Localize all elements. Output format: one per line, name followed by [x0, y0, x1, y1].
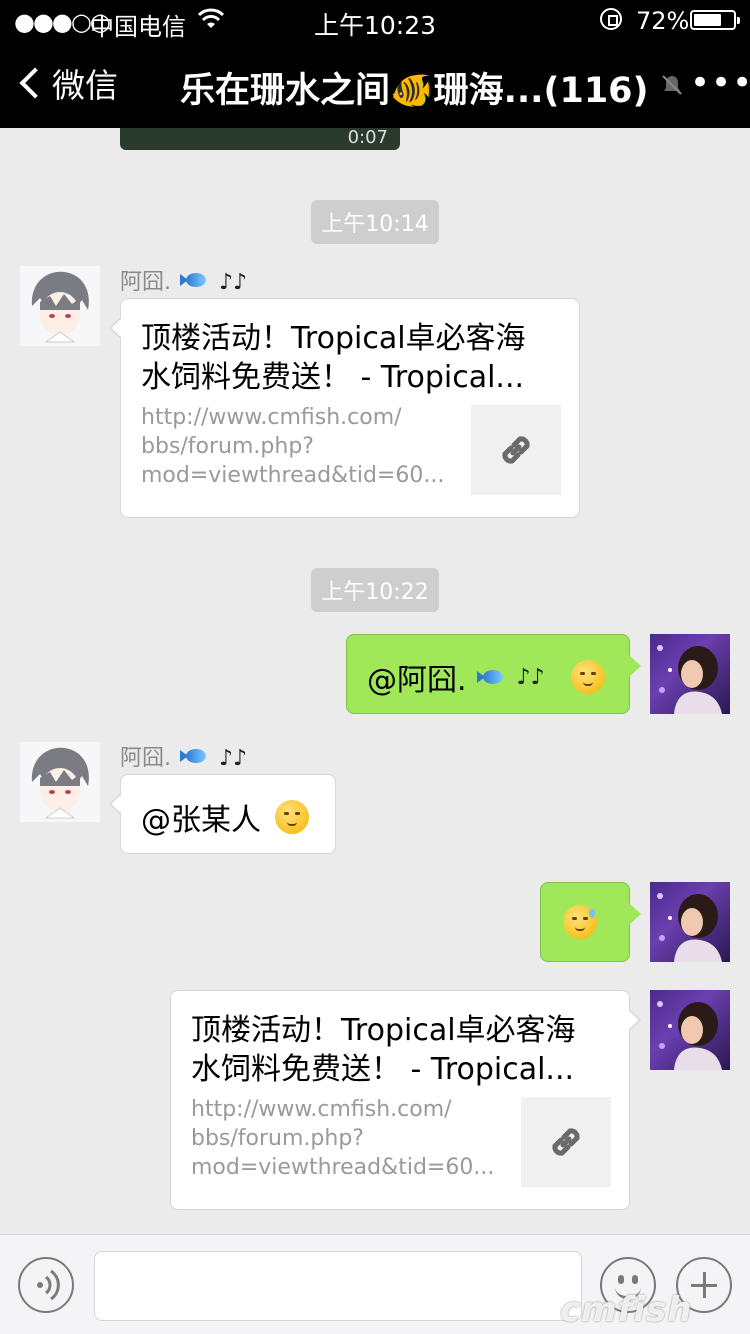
message-text: @张某人	[141, 803, 261, 838]
avatar[interactable]	[20, 266, 100, 346]
voice-input-button[interactable]	[18, 1257, 74, 1313]
link-title: 顶楼活动！Tropical卓必客海 水饲料免费送！ - Tropical...	[191, 1013, 576, 1087]
anime-avatar-icon	[20, 742, 100, 822]
link-title: 顶楼活动！Tropical卓必客海 水饲料免费送！ - Tropical...	[141, 321, 526, 395]
back-label: 微信	[52, 66, 118, 105]
fish-emoji-icon	[180, 271, 210, 289]
anime-avatar-icon	[20, 266, 100, 346]
mute-bell-icon	[662, 75, 682, 95]
battery-level-fill	[694, 14, 721, 26]
back-button[interactable]: 微信	[14, 58, 118, 108]
message-input[interactable]	[94, 1251, 582, 1321]
child-photo-avatar-icon	[657, 893, 722, 962]
voice-wave-icon	[37, 1269, 60, 1301]
status-bar: ●●●○○ 中国电信 上午10:23 72%	[0, 0, 750, 41]
music-notes-icon: ♪♪	[219, 746, 248, 771]
my-avatar[interactable]	[650, 990, 730, 1070]
rotation-lock-icon	[600, 8, 622, 30]
link-url: http://www.cmfish.com/ bbs/forum.php? mo…	[191, 1097, 495, 1180]
timestamp: 上午10:14	[0, 200, 750, 244]
sender-name: 阿囧. ♪♪	[120, 746, 248, 771]
sent-text-message[interactable]: @阿囧. ♪♪	[346, 634, 641, 714]
thinking-emoji-icon	[275, 800, 309, 834]
battery-icon	[690, 10, 740, 30]
music-notes-icon: ♪♪	[516, 664, 545, 690]
battery-percentage: 72%	[636, 7, 690, 35]
my-avatar[interactable]	[650, 634, 730, 714]
fish-emoji-icon	[476, 668, 507, 686]
music-notes-icon: ♪♪	[219, 270, 248, 295]
link-thumbnail	[471, 405, 561, 495]
child-photo-avatar-icon	[657, 1001, 722, 1070]
sent-emoji-message[interactable]	[540, 882, 641, 962]
watermark-logo: cmfish	[560, 1290, 693, 1330]
message-text: @阿囧.	[367, 663, 467, 698]
chevron-left-icon	[19, 67, 51, 99]
nav-bar: 微信 乐在珊水之间🐠珊海...(116) •••	[0, 40, 750, 128]
sender-name: 阿囧. ♪♪	[120, 270, 248, 295]
timestamp: 上午10:22	[0, 568, 750, 612]
sweat-emoji-icon	[563, 905, 597, 939]
link-card-message[interactable]: 顶楼活动！Tropical卓必客海 水饲料免费送！ - Tropical... …	[109, 298, 580, 518]
link-thumbnail	[521, 1097, 611, 1187]
link-chain-icon	[502, 436, 530, 464]
my-avatar[interactable]	[650, 882, 730, 962]
avatar[interactable]	[20, 742, 100, 822]
more-options-button[interactable]: •••	[690, 66, 750, 100]
link-card-message[interactable]: 顶楼活动！Tropical卓必客海 水饲料免费送！ - Tropical... …	[170, 990, 641, 1210]
video-duration: 0:07	[347, 128, 388, 148]
fish-emoji-icon	[180, 747, 210, 765]
child-photo-avatar-icon	[657, 645, 722, 714]
link-chain-icon	[552, 1128, 580, 1156]
chat-area[interactable]: 0:07 上午10:14 阿囧. ♪♪ 顶楼活动！Tropical卓必客海 水饲…	[0, 128, 750, 1234]
chat-title: 乐在珊水之间🐠珊海...(116)	[180, 71, 649, 111]
kiss-emoji-icon	[570, 660, 605, 694]
received-text-message[interactable]: @张某人	[109, 774, 336, 854]
video-message-thumbnail[interactable]: 0:07	[120, 128, 400, 150]
link-url: http://www.cmfish.com/ bbs/forum.php? mo…	[141, 405, 445, 488]
